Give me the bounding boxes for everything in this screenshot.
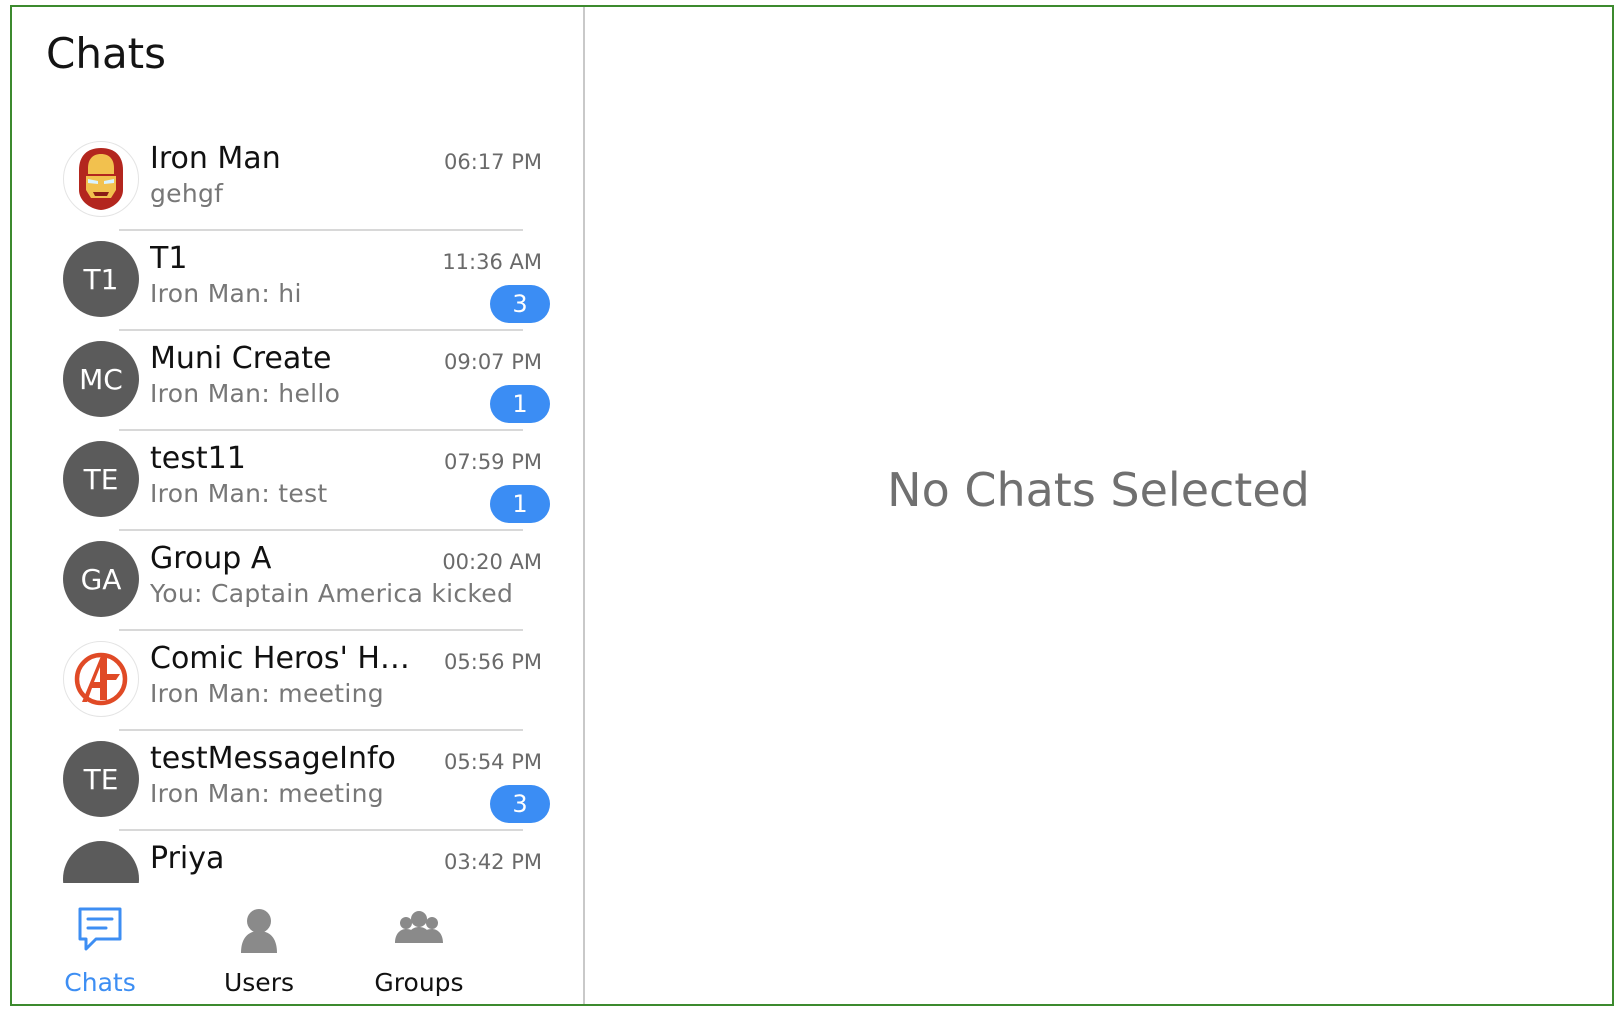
chat-name: Priya [150,841,225,876]
unread-badge: 1 [490,385,550,423]
chat-list-panel: Chats Iron Man gehgf 06:17 PM T1 T1 Iron… [12,7,585,1004]
user-icon [241,909,277,953]
chat-time: 05:54 PM [444,750,542,774]
chat-time: 00:20 AM [442,550,542,574]
tab-chats[interactable]: Chats [20,883,180,1004]
chat-bubble-icon [78,907,122,951]
chat-time: 11:36 AM [442,250,542,274]
iron-man-icon [79,148,123,210]
chat-list[interactable]: Iron Man gehgf 06:17 PM T1 T1 Iron Man: … [12,131,583,883]
chat-preview: gehgf [150,179,224,208]
chat-preview: Iron Man: hello [150,379,341,408]
chat-item-testmessageinfo[interactable]: TE testMessageInfo Iron Man: meeting 05:… [12,731,583,831]
chat-name: Iron Man [150,141,281,176]
bottom-tab-bar: Chats Users Groups [12,883,583,1004]
chat-time: 09:07 PM [444,350,542,374]
chat-name: Muni Create [150,341,332,376]
chat-item-t1[interactable]: T1 T1 Iron Man: hi 11:36 AM 3 [12,231,583,331]
app-window: Chats Iron Man gehgf 06:17 PM T1 T1 Iron… [10,5,1614,1006]
chat-item-iron-man[interactable]: Iron Man gehgf 06:17 PM [12,131,583,231]
chat-item-muni-create[interactable]: MC Muni Create Iron Man: hello 09:07 PM … [12,331,583,431]
tab-label: Chats [64,968,136,997]
iron-man-avatar [63,141,139,217]
chat-item-priya[interactable]: PR Priya 03:42 PM [12,831,583,883]
avatar: TE [63,441,139,517]
chat-preview: You: Captain America kicked [150,579,514,608]
chat-item-comic-heros[interactable]: Comic Heros' Han... Iron Man: meeting 05… [12,631,583,731]
chat-name: T1 [150,241,188,276]
avatar: T1 [63,241,139,317]
chat-preview: Iron Man: meeting [150,679,384,708]
chat-item-test11[interactable]: TE test11 Iron Man: test 07:59 PM 1 [12,431,583,531]
chat-time: 07:59 PM [444,450,542,474]
chat-name: testMessageInfo [150,741,396,776]
chat-name: Group A [150,541,272,576]
chat-item-group-a[interactable]: GA Group A You: Captain America kicked 0… [12,531,583,631]
chat-name: test11 [150,441,246,476]
avatar: PR [63,841,139,883]
avengers-logo-icon [74,652,128,706]
unread-badge: 3 [490,785,550,823]
chat-name: Comic Heros' Han... [150,641,420,676]
avatar: GA [63,541,139,617]
tab-label: Groups [374,968,464,997]
unread-badge: 3 [490,285,550,323]
chat-time: 03:42 PM [444,850,542,874]
chat-time: 05:56 PM [444,650,542,674]
tab-label: Users [223,968,294,997]
empty-state-message: No Chats Selected [887,463,1310,517]
tab-users[interactable]: Users [179,883,339,1004]
chat-time: 06:17 PM [444,150,542,174]
page-title: Chats [46,29,167,78]
chat-preview: Iron Man: test [150,479,328,508]
avatar: TE [63,741,139,817]
avatar: MC [63,341,139,417]
chat-preview: Iron Man: hi [150,279,302,308]
avengers-logo-avatar [63,641,139,717]
tab-groups[interactable]: Groups [339,883,499,1004]
unread-badge: 1 [490,485,550,523]
chat-preview: Iron Man: meeting [150,779,384,808]
conversation-panel: No Chats Selected [585,7,1612,1004]
groups-icon [395,911,443,943]
